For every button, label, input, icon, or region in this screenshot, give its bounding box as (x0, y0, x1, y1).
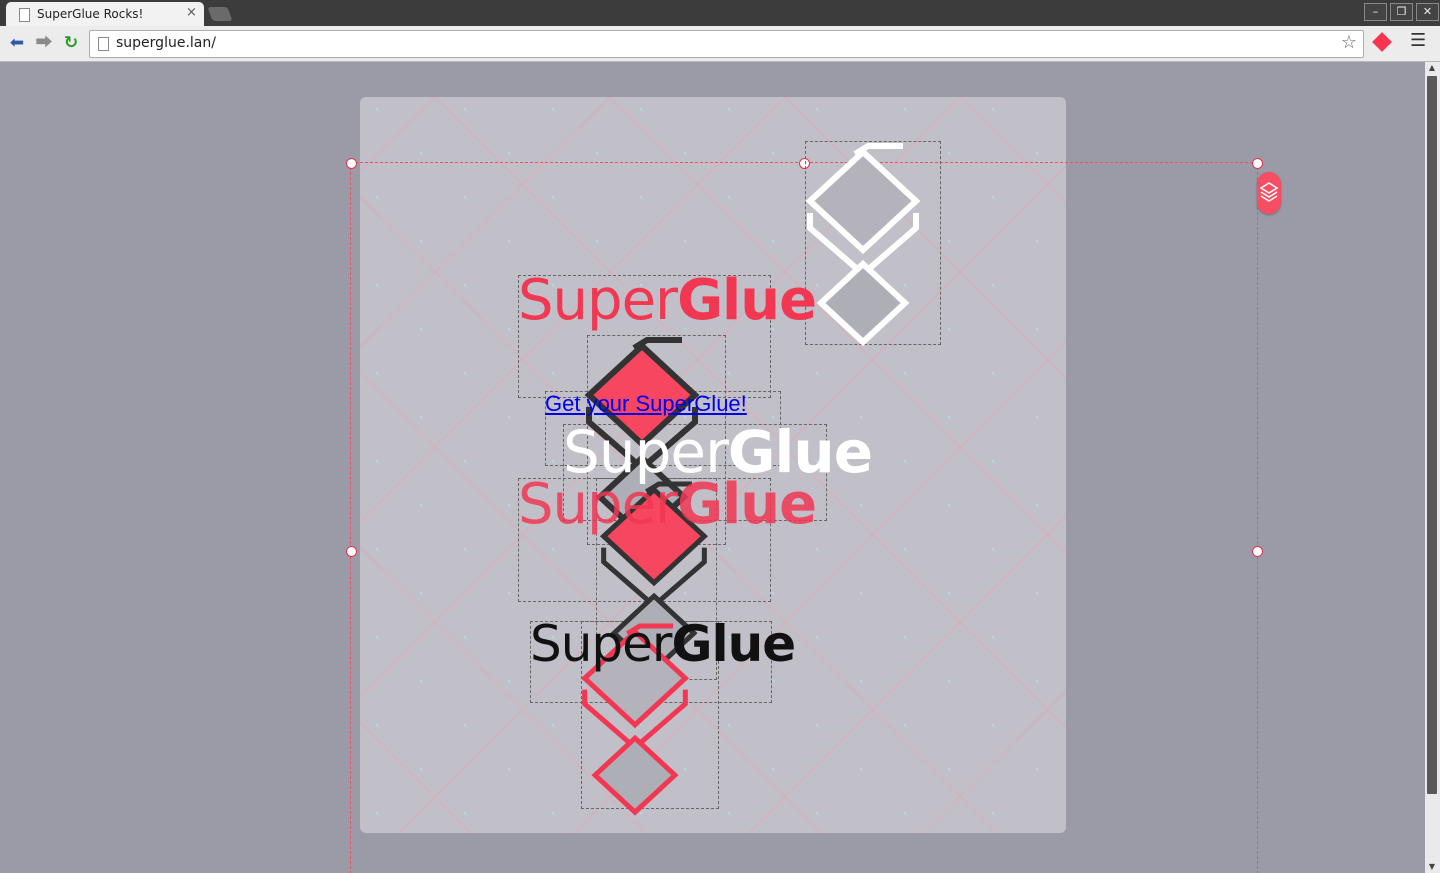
scroll-up-icon[interactable]: ▲ (1427, 63, 1437, 73)
restore-button[interactable]: ❐ (1390, 3, 1413, 21)
page-icon (98, 37, 109, 51)
page-icon (19, 8, 30, 22)
minimize-button[interactable]: – (1364, 3, 1387, 21)
logo-bold-part: Glue (677, 472, 817, 537)
menu-icon[interactable]: ☰ (1410, 30, 1426, 51)
logo-bold-part: Glue (671, 615, 796, 673)
resize-handle-top-right[interactable] (1252, 158, 1263, 169)
logo-bold-part: Glue (677, 268, 817, 333)
superglue-logo-red: SuperGlue (518, 268, 817, 333)
resize-handle-top-left[interactable] (346, 158, 357, 169)
resize-handle-middle-right[interactable] (1252, 546, 1263, 557)
widget-frame[interactable] (805, 141, 941, 345)
layers-icon (1259, 182, 1279, 202)
forward-icon[interactable]: ⮕ (33, 33, 55, 53)
scroll-down-icon[interactable]: ▼ (1427, 862, 1437, 872)
vertical-scrollbar[interactable]: ▲ ▼ (1425, 62, 1440, 873)
logo-light-part: Super (530, 615, 672, 673)
superglue-logo-black: SuperGlue (530, 615, 796, 673)
get-superglue-link[interactable]: Get your SuperGlue! (545, 391, 747, 417)
layers-button[interactable] (1257, 172, 1281, 214)
bookmark-star-icon[interactable]: ☆ (1341, 32, 1357, 53)
superglue-extension-icon[interactable] (1372, 32, 1392, 52)
browser-toolbar: ⬅ ⮕ ↻ superglue.lan/ ☆ ☰ (0, 26, 1440, 62)
tab-strip: SuperGlue Rocks! × – ❐ ✕ (0, 0, 1440, 26)
resize-handle-middle-left[interactable] (346, 546, 357, 557)
logo-light-part: Super (518, 472, 678, 537)
tab-title: SuperGlue Rocks! (37, 7, 144, 21)
reload-icon[interactable]: ↻ (60, 33, 82, 53)
page-viewport: SuperGlue SuperGlue SuperGlue SuperGlue … (0, 62, 1425, 873)
back-icon[interactable]: ⬅ (6, 33, 28, 53)
logo-light-part: Super (518, 268, 678, 333)
browser-tab[interactable]: SuperGlue Rocks! × (6, 2, 204, 26)
superglue-logo-red-2: SuperGlue (518, 472, 817, 537)
address-bar[interactable]: superglue.lan/ ☆ (89, 30, 1364, 58)
url-text: superglue.lan/ (116, 35, 216, 51)
tab-close-icon[interactable]: × (186, 5, 197, 20)
close-window-button[interactable]: ✕ (1416, 3, 1439, 21)
new-tab-button[interactable] (207, 7, 233, 21)
scroll-thumb[interactable] (1427, 76, 1437, 794)
